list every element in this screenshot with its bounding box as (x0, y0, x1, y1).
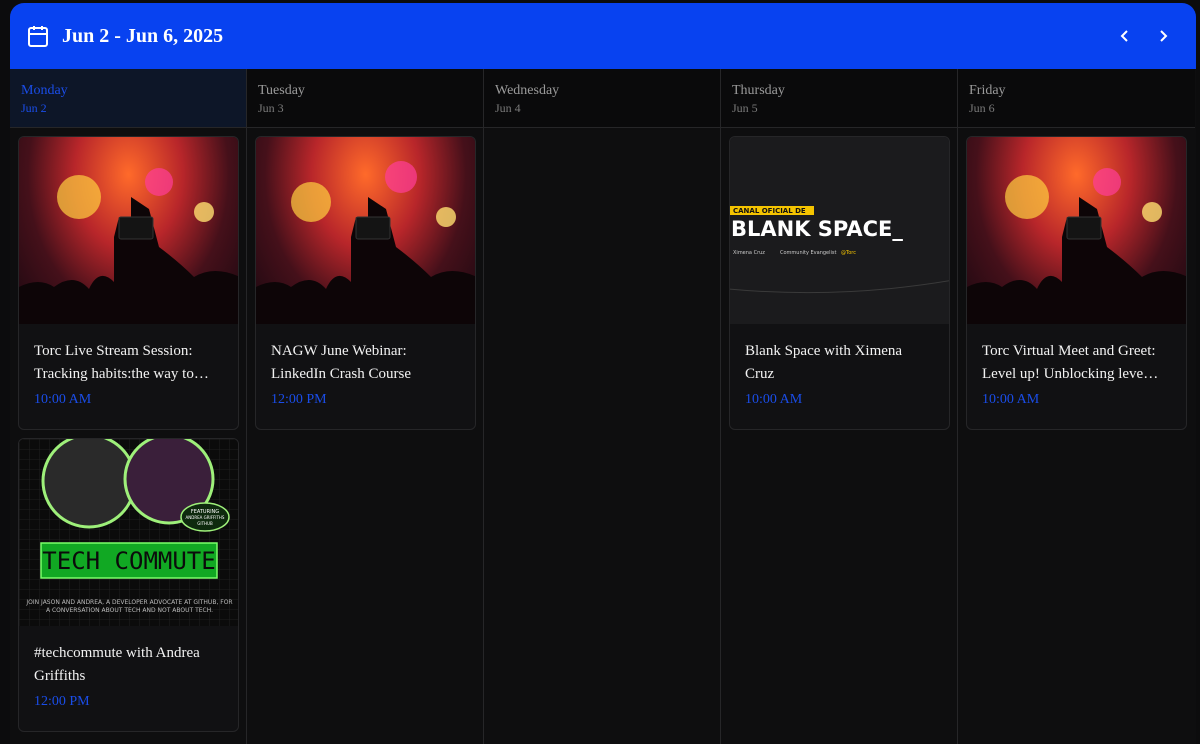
day-date: Jun 6 (969, 101, 995, 115)
day-name: Wednesday (495, 83, 560, 98)
event-card[interactable]: FEATURING ANDREA GRIFFITHS GITHUB TECH C… (18, 438, 239, 732)
day-date: Jun 5 (732, 101, 758, 115)
next-week-button[interactable] (1148, 21, 1178, 51)
day-column-tuesday: Tuesday Jun 3 NAGW June Webinar: LinkedI… (247, 69, 484, 744)
day-header-monday[interactable]: Monday Jun 2 (10, 69, 246, 128)
week-grid: Monday Jun 2 Torc Live Stream Session: T… (10, 69, 1196, 744)
day-column-friday: Friday Jun 6 Torc Virtual Meet and Greet… (958, 69, 1195, 744)
event-time: 12:00 PM (34, 694, 90, 709)
day-header-thursday[interactable]: Thursday Jun 5 (721, 69, 957, 128)
event-image: CANAL OFICIAL DE BLANK SPACE_ Ximena Cru… (730, 137, 949, 324)
blank-space-headline: BLANK SPACE_ (731, 217, 903, 241)
event-image (967, 137, 1186, 324)
day-name: Thursday (732, 83, 785, 98)
day-name: Tuesday (258, 83, 305, 98)
event-title: #techcommute with Andrea Griffiths (34, 645, 200, 684)
event-card[interactable]: Torc Virtual Meet and Greet: Level up! U… (966, 136, 1187, 430)
event-card[interactable]: NAGW June Webinar: LinkedIn Crash Course… (255, 136, 476, 430)
day-date: Jun 3 (258, 101, 284, 115)
day-name: Friday (969, 83, 1006, 98)
tech-commute-banner: TECH COMMUTE (42, 547, 215, 575)
event-title: Torc Live Stream Session: Tracking habit… (34, 343, 209, 382)
event-title: NAGW June Webinar: LinkedIn Crash Course (271, 343, 411, 382)
event-title: Torc Virtual Meet and Greet: Level up! U… (982, 343, 1159, 382)
day-date: Jun 4 (495, 101, 521, 115)
event-card[interactable]: Torc Live Stream Session: Tracking habit… (18, 136, 239, 430)
day-date: Jun 2 (21, 101, 47, 115)
chevron-right-icon (1160, 30, 1168, 42)
week-range-title: Jun 2 - Jun 6, 2025 (62, 24, 224, 47)
event-time: 10:00 AM (982, 392, 1040, 407)
blank-space-role: Community Evangelist (780, 250, 837, 256)
event-time: 12:00 PM (271, 392, 327, 407)
day-header-friday[interactable]: Friday Jun 6 (958, 69, 1195, 128)
tech-commute-caption: JOIN JASON AND ANDREA, A DEVELOPER ADVOC… (26, 599, 233, 614)
guest-label: ANDREA GRIFFITHS (186, 515, 225, 520)
event-image (256, 137, 475, 324)
event-time: 10:00 AM (34, 392, 92, 407)
day-name: Monday (21, 83, 68, 98)
blank-space-name: Ximena Cruz (733, 250, 765, 256)
event-title: Blank Space with Ximena Cruz (745, 343, 903, 382)
day-column-monday: Monday Jun 2 Torc Live Stream Session: T… (10, 69, 247, 744)
calendar-header: Jun 2 - Jun 6, 2025 (10, 3, 1196, 69)
org-label: GITHUB (197, 521, 213, 526)
day-column-thursday: Thursday Jun 5 CANAL OFICIAL DE BLANK SP… (721, 69, 958, 744)
event-time: 10:00 AM (745, 392, 803, 407)
prev-week-button[interactable] (1110, 21, 1140, 51)
blank-space-handle: @Torc (841, 250, 856, 256)
blank-space-tag: CANAL OFICIAL DE (733, 207, 806, 215)
event-image: FEATURING ANDREA GRIFFITHS GITHUB TECH C… (19, 439, 238, 626)
day-header-tuesday[interactable]: Tuesday Jun 3 (247, 69, 483, 128)
chevron-left-icon (1120, 30, 1128, 42)
day-column-wednesday: Wednesday Jun 4 (484, 69, 721, 744)
day-header-wednesday[interactable]: Wednesday Jun 4 (484, 69, 720, 128)
calendar-icon (28, 26, 48, 47)
event-card[interactable]: CANAL OFICIAL DE BLANK SPACE_ Ximena Cru… (729, 136, 950, 430)
event-image (19, 137, 238, 324)
calendar-app: Jun 2 - Jun 6, 2025 Monday Jun 2 Torc Li… (10, 3, 1196, 744)
